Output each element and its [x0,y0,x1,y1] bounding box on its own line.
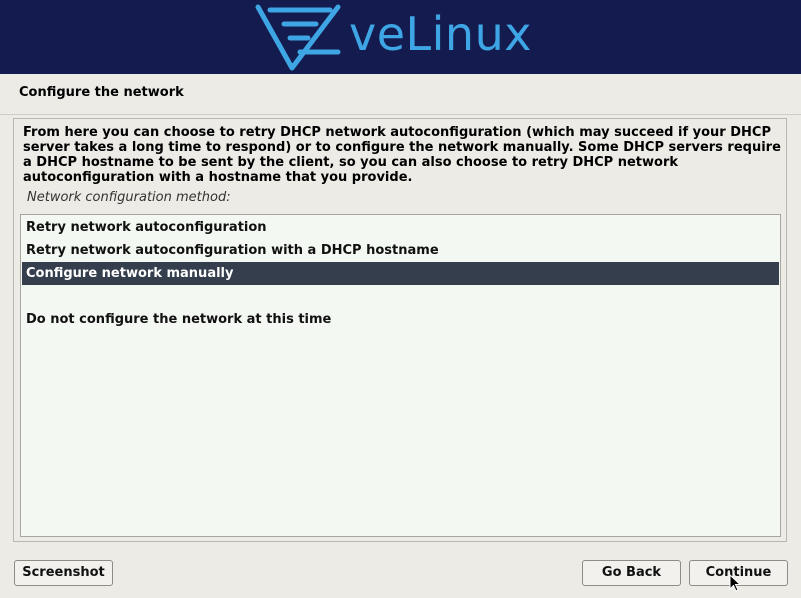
screenshot-button[interactable]: Screenshot [14,560,113,586]
title-bar: Configure the network [0,74,801,115]
velinux-logo-icon [255,4,341,71]
option-retry-autoconfig[interactable]: Retry network autoconfiguration [22,216,779,239]
header-banner: veLinux [0,0,801,74]
method-prompt: Network configuration method: [27,190,231,205]
content-panel: From here you can choose to retry DHCP n… [13,118,787,542]
option-do-not-configure[interactable]: Do not configure the network at this tim… [22,308,779,331]
go-back-button[interactable]: Go Back [582,560,681,586]
option-retry-dhcp-hostname[interactable]: Retry network autoconfiguration with a D… [22,239,779,262]
method-listbox[interactable]: Retry network autoconfiguration Retry ne… [20,214,781,537]
description-text: From here you can choose to retry DHCP n… [23,125,781,185]
mouse-pointer-icon [729,574,741,592]
logo-text: veLinux [349,7,532,61]
option-configure-manually[interactable]: Configure network manually [22,262,779,285]
page-title: Configure the network [19,85,184,100]
option-blank [22,285,779,308]
